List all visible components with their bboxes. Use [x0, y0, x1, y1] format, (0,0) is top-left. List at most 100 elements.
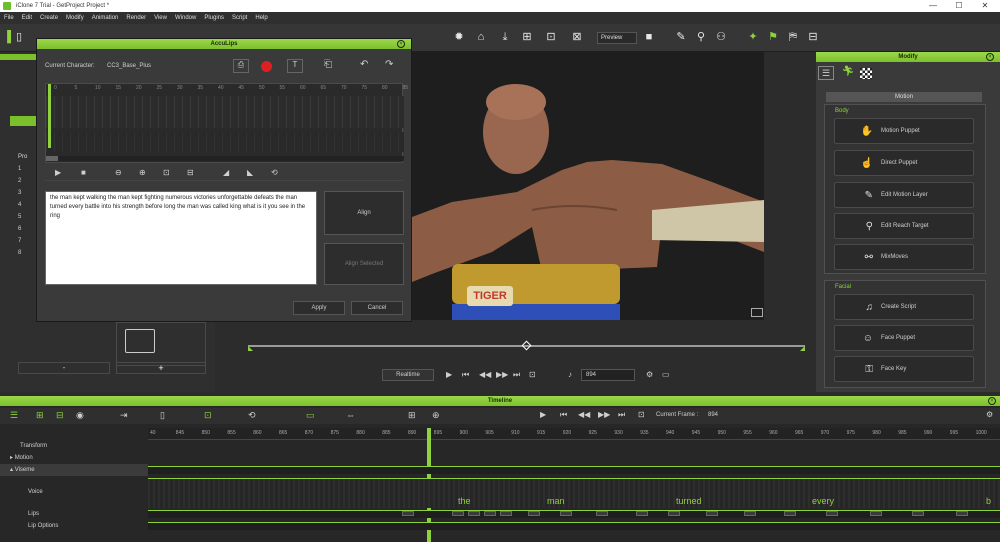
viewport-info-icon[interactable] — [751, 308, 763, 317]
edit-reach-target-button[interactable]: ⚲ Edit Reach Target — [834, 213, 974, 239]
lip-key[interactable] — [452, 511, 464, 516]
material-tab-icon[interactable] — [860, 68, 872, 79]
align-button[interactable]: Align — [324, 191, 404, 235]
list-item[interactable]: 4 — [18, 202, 38, 208]
menu-render[interactable]: Render — [126, 15, 146, 21]
dialog-close-icon[interactable]: × — [397, 40, 405, 48]
align-selected-button[interactable]: Align Selected — [324, 243, 404, 285]
frame-input[interactable]: 894 — [581, 369, 635, 381]
track-transform[interactable]: Transform — [0, 440, 148, 452]
tl-prev-icon[interactable]: ◀◀ — [578, 410, 590, 419]
face-puppet-button[interactable]: ☺ Face Puppet — [834, 325, 974, 351]
record-button[interactable] — [261, 61, 272, 72]
plus-button[interactable]: + — [116, 362, 206, 374]
camera-icon[interactable]: ■ — [642, 30, 656, 44]
slider-playhead[interactable] — [521, 340, 532, 351]
tl-tool-icon[interactable]: ▭ — [306, 410, 315, 421]
text-button[interactable]: T — [287, 59, 303, 73]
stop-button[interactable]: ■ — [81, 168, 86, 177]
lip-key[interactable] — [402, 511, 414, 516]
track-motion[interactable]: ▸ Motion — [0, 452, 148, 464]
loop-icon[interactable]: ⊡ — [529, 370, 536, 379]
settings-icon[interactable]: ⚙ — [646, 370, 653, 379]
prev-marker-icon[interactable]: ◢ — [223, 168, 229, 177]
tl-tool-icon[interactable]: ⟲ — [248, 410, 256, 421]
folder-tile[interactable] — [116, 322, 206, 366]
target-icon[interactable]: ✹ — [452, 30, 466, 44]
menu-create[interactable]: Create — [40, 15, 58, 21]
prev-frame-icon[interactable]: ◀◀ — [479, 370, 491, 379]
edit-motion-layer-button[interactable]: ✎ Edit Motion Layer — [834, 182, 974, 208]
motion-puppet-button[interactable]: ✋ Motion Puppet — [834, 118, 974, 144]
voice-word[interactable]: every — [812, 496, 834, 506]
loop-region-icon[interactable]: ⟲ — [271, 168, 278, 177]
script-textarea[interactable]: the man kept walking the man kept fighti… — [45, 191, 317, 285]
lip-key[interactable] — [956, 511, 968, 516]
track-voice[interactable]: Voice — [0, 486, 148, 498]
tl-loop-icon[interactable]: ⊡ — [638, 410, 645, 419]
menu-plugins[interactable]: Plugins — [204, 15, 224, 21]
lip-key[interactable] — [468, 511, 480, 516]
pose-icon[interactable]: ✦ — [746, 30, 760, 44]
lip-key[interactable] — [500, 511, 512, 516]
home-icon[interactable]: ⌂ — [474, 30, 488, 44]
mixmoves-button[interactable]: ⚯ MixMoves — [834, 244, 974, 270]
tl-tool-icon[interactable]: ⊟ — [56, 410, 64, 421]
timeline-close-icon[interactable]: × — [988, 397, 996, 405]
current-frame-value[interactable]: 894 — [708, 412, 718, 418]
viseme-track-bar[interactable] — [148, 466, 1000, 474]
menu-help[interactable]: Help — [255, 15, 267, 21]
first-frame-icon[interactable]: ⏮ — [462, 370, 469, 380]
track-viseme[interactable]: ▴ Viseme — [0, 464, 148, 476]
menu-view[interactable]: View — [154, 15, 167, 21]
camera-frame-icon[interactable]: ⊡ — [544, 30, 558, 44]
tl-play-icon[interactable]: ▶ — [540, 410, 546, 419]
tl-last-frame-icon[interactable]: ⏭ — [618, 410, 625, 420]
close-button[interactable]: ✕ — [972, 0, 998, 12]
fit-selection-icon[interactable]: ⊟ — [187, 168, 194, 177]
person-pin-icon[interactable]: ⚲ — [694, 30, 708, 44]
tl-zoom-icon[interactable]: ⊕ — [432, 410, 440, 421]
last-frame-icon[interactable]: ⏭ — [513, 370, 520, 380]
bookmark-icon[interactable]: ⛿ — [786, 30, 800, 44]
realtime-dropdown[interactable]: Realtime — [382, 369, 434, 381]
menu-modify[interactable]: Modify — [66, 15, 84, 21]
panel-tab[interactable] — [10, 116, 36, 126]
list-item[interactable]: 5 — [18, 214, 38, 220]
folder-open-icon[interactable]: ⎗ — [324, 59, 338, 73]
tl-tool-icon[interactable]: ▯ — [160, 410, 165, 421]
undo-icon[interactable]: ↶ — [360, 59, 368, 70]
list-item[interactable]: 7 — [18, 238, 38, 244]
redo-icon[interactable]: ↷ — [385, 59, 393, 70]
lip-key[interactable] — [870, 511, 882, 516]
lip-key[interactable] — [668, 511, 680, 516]
voice-word[interactable]: man — [547, 496, 565, 506]
screen-icon[interactable]: ▭ — [662, 370, 670, 379]
import-script-button[interactable]: ⎙ — [233, 59, 249, 73]
cancel-button[interactable]: Cancel — [351, 301, 403, 315]
face-key-button[interactable]: ⚿ Face Key — [834, 356, 974, 382]
properties-tab-icon[interactable]: ☰ — [818, 66, 834, 80]
lip-key[interactable] — [596, 511, 608, 516]
create-script-button[interactable]: ♫ Create Script — [834, 294, 974, 320]
tl-first-frame-icon[interactable]: ⏮ — [560, 410, 567, 420]
menu-edit[interactable]: Edit — [22, 15, 32, 21]
zoom-out-icon[interactable]: ⊖ — [115, 168, 122, 177]
list-item[interactable]: 1 — [18, 166, 38, 172]
flag-icon[interactable]: ⚑ — [766, 30, 780, 44]
list-item[interactable]: 8 — [18, 250, 38, 256]
track-lip-options[interactable]: Lip Options — [0, 520, 148, 532]
new-file-icon[interactable]: ▯ — [12, 30, 26, 44]
playhead-marker[interactable] — [48, 84, 51, 148]
modify-close-icon[interactable]: × — [986, 53, 994, 61]
maximize-button[interactable]: ☐ — [946, 0, 972, 12]
lip-options-track-bar[interactable] — [148, 522, 1000, 530]
lip-key[interactable] — [636, 511, 648, 516]
preview-dropdown[interactable]: Preview — [597, 32, 637, 44]
lip-key[interactable] — [784, 511, 796, 516]
lip-key[interactable] — [912, 511, 924, 516]
menu-file[interactable]: File — [4, 15, 14, 21]
voice-word[interactable]: the — [458, 496, 471, 506]
tl-next-icon[interactable]: ▶▶ — [598, 410, 610, 419]
menu-animation[interactable]: Animation — [92, 15, 119, 21]
